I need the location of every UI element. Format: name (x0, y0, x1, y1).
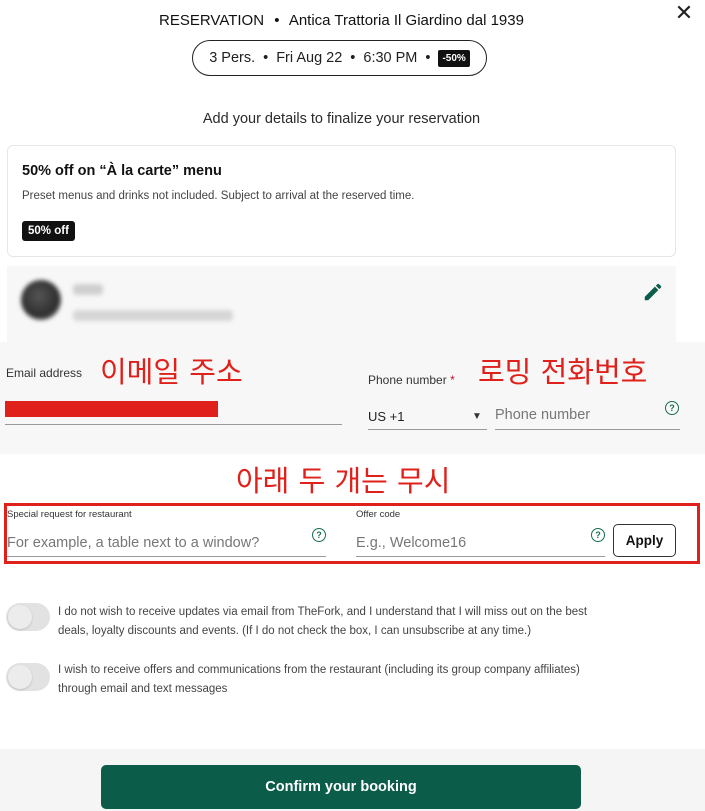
toggle-knob (8, 665, 32, 689)
special-request-underline (7, 556, 326, 557)
summary-separator: • (263, 50, 269, 66)
offer-description: Preset menus and drinks not included. Su… (22, 190, 415, 202)
newsletter-opt-out-text: I do not wish to receive updates via ema… (58, 603, 698, 641)
phone-placeholder: Phone number (495, 407, 591, 423)
summary-separator: • (350, 50, 356, 66)
country-code-value: US +1 (368, 409, 405, 424)
consent-line: through email and text messages (58, 683, 228, 695)
country-code-underline (368, 429, 487, 430)
offer-code-underline (356, 556, 605, 557)
consent-line: I do not wish to receive updates via ema… (58, 606, 588, 618)
booking-summary-pill[interactable]: 3 Pers. • Fri Aug 22 • 6:30 PM • -50% (192, 40, 487, 76)
email-annotation: 이메일 주소 (100, 355, 243, 389)
offer-code-label: Offer code (356, 509, 401, 520)
consent-line: deals, loyalty discounts and events. (If… (58, 625, 532, 637)
chevron-down-icon: ▼ (472, 411, 482, 422)
summary-separator: • (425, 50, 431, 66)
avatar (21, 280, 61, 320)
booking-date: Fri Aug 22 (276, 50, 343, 66)
offer-badge: 50% off (22, 221, 75, 241)
email-label: Email address (6, 366, 83, 380)
offer-title: 50% off on “À la carte” menu (22, 163, 222, 179)
help-icon[interactable]: ? (312, 528, 326, 542)
blurred-user-name (73, 284, 103, 295)
ignore-annotation: 아래 두 개는 무시 (236, 464, 451, 498)
special-request-label: Special request for restaurant (7, 509, 132, 520)
title-prefix: RESERVATION (159, 12, 265, 29)
phone-label: Phone number * (368, 373, 455, 387)
toggle-knob (8, 605, 32, 629)
email-redaction (5, 401, 218, 417)
email-field[interactable] (5, 398, 342, 425)
offer-code-input[interactable]: E.g., Welcome16 ? (356, 527, 605, 557)
special-request-placeholder: For example, a table next to a window? (7, 535, 260, 551)
help-icon[interactable]: ? (665, 401, 679, 415)
pencil-icon (644, 283, 662, 301)
user-profile-card (7, 266, 676, 342)
email-underline (5, 424, 342, 425)
title-separator: • (274, 12, 280, 29)
restaurant-offers-toggle[interactable] (6, 663, 50, 691)
booking-time: 6:30 PM (363, 50, 418, 66)
restaurant-offers-text: I wish to receive offers and communicati… (58, 661, 698, 699)
phone-annotation: 로밍 전화번호 (478, 355, 648, 389)
phone-underline (495, 429, 680, 430)
apply-button[interactable]: Apply (613, 524, 676, 557)
phone-input[interactable]: Phone number ? (495, 401, 680, 430)
confirm-booking-button[interactable]: Confirm your booking (101, 765, 581, 809)
guest-count: 3 Pers. (209, 50, 256, 66)
help-icon[interactable]: ? (591, 528, 605, 542)
offer-code-placeholder: E.g., Welcome16 (356, 535, 467, 551)
edit-profile-button[interactable] (642, 281, 664, 303)
restaurant-name: Antica Trattoria Il Giardino dal 1939 (288, 12, 524, 29)
special-request-input[interactable]: For example, a table next to a window? ? (7, 527, 326, 557)
required-mark: * (450, 373, 455, 387)
newsletter-opt-out-toggle[interactable] (6, 603, 50, 631)
page-subtitle: Add your details to finalize your reserv… (202, 111, 481, 127)
discount-badge: -50% (438, 49, 470, 67)
offer-card: 50% off on “À la carte” menu Preset menu… (7, 145, 676, 257)
consent-line: I wish to receive offers and communicati… (58, 664, 580, 676)
blurred-user-email (73, 310, 233, 321)
country-code-select[interactable]: US +1 ▼ (368, 404, 487, 430)
page-title: RESERVATION • Antica Trattoria Il Giardi… (0, 12, 683, 29)
phone-label-text: Phone number (368, 373, 447, 387)
